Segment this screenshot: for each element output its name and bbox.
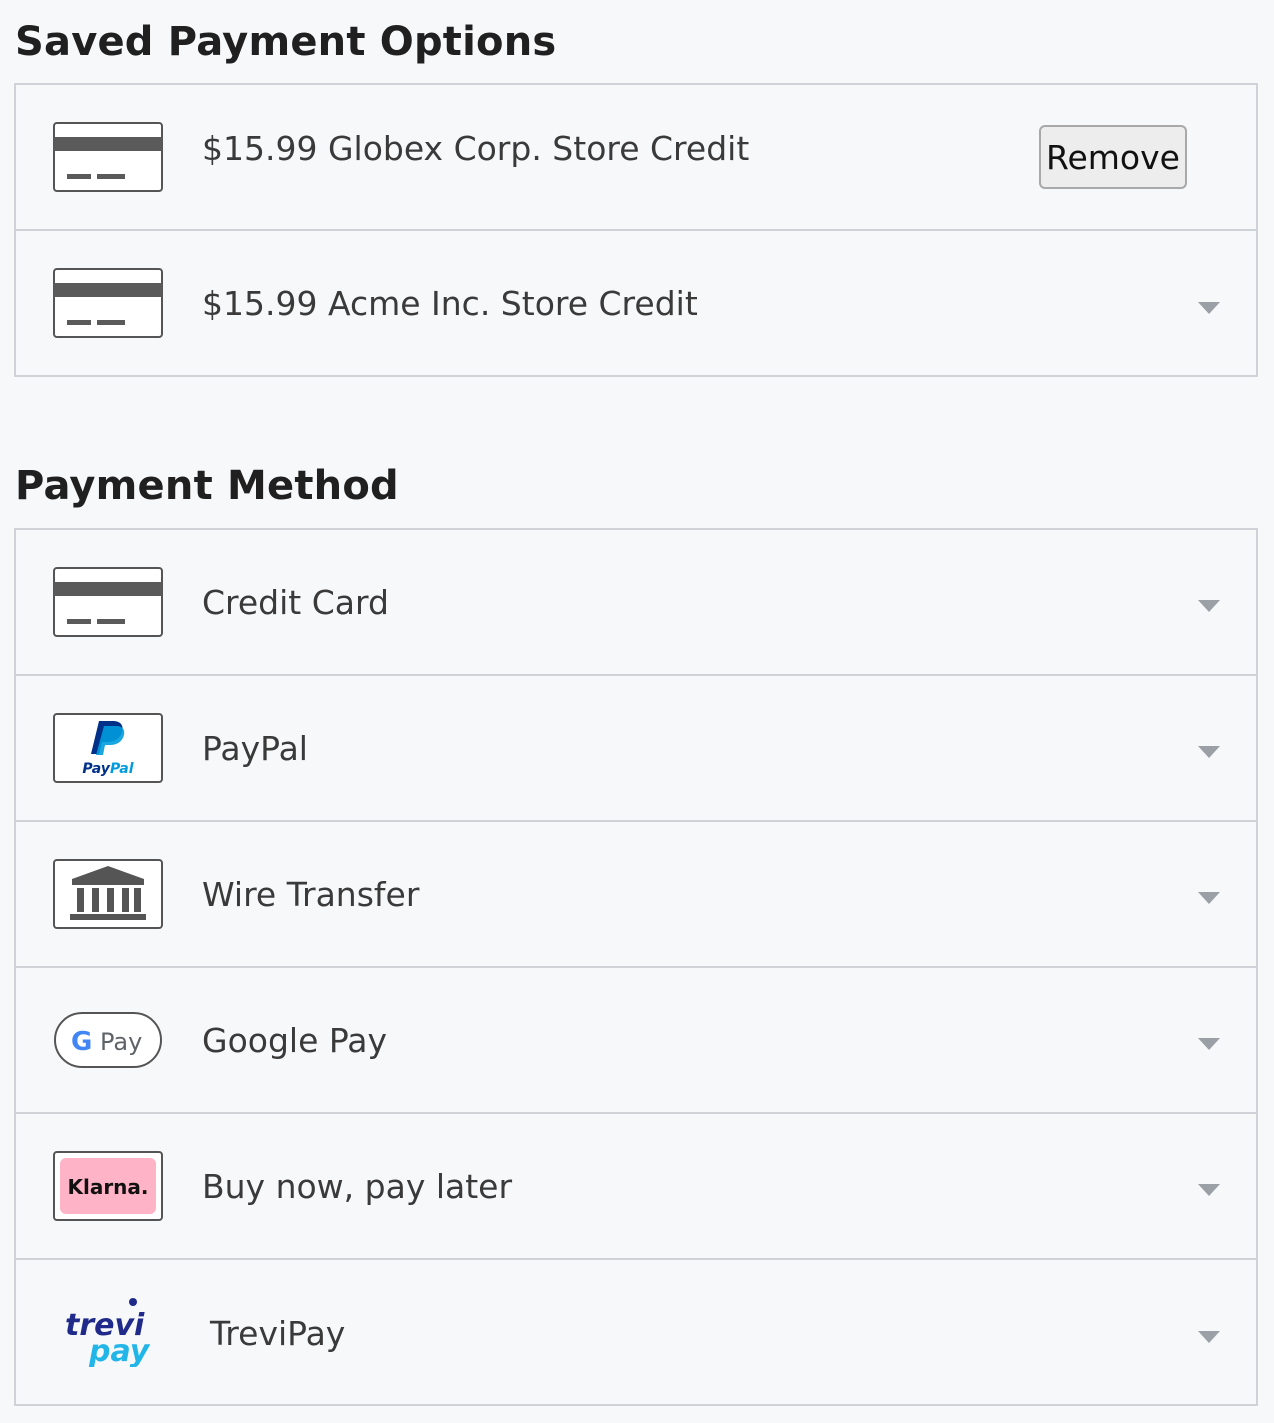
- bank-icon: [53, 859, 163, 929]
- chevron-down-icon[interactable]: [1198, 302, 1220, 314]
- saved-option-globex[interactable]: $15.99 Globex Corp. Store Credit Remove: [16, 85, 1256, 231]
- payment-method-google-pay[interactable]: G Pay Google Pay: [16, 968, 1256, 1114]
- saved-payment-options-list: $15.99 Globex Corp. Store Credit Remove …: [14, 83, 1258, 377]
- svg-text:pay: pay: [88, 1334, 151, 1367]
- payment-method-title: Payment Method: [15, 463, 399, 509]
- payment-method-label: Google Pay: [202, 1020, 388, 1060]
- google-pay-logo-icon: G Pay: [53, 1005, 163, 1075]
- payment-method-wire-transfer[interactable]: Wire Transfer: [16, 822, 1256, 968]
- klarna-logo-icon: Klarna.: [53, 1151, 163, 1221]
- payment-method-credit-card[interactable]: Credit Card: [16, 530, 1256, 676]
- payment-method-label: Wire Transfer: [202, 874, 420, 914]
- payment-method-label: PayPal: [202, 728, 308, 768]
- credit-card-icon: [53, 268, 163, 338]
- svg-text:Pay: Pay: [100, 1028, 142, 1056]
- payment-method-label: Credit Card: [202, 582, 389, 622]
- payment-method-list: Credit Card PayPal PayPal Wire Transfer …: [14, 528, 1258, 1406]
- chevron-down-icon[interactable]: [1198, 1184, 1220, 1196]
- svg-text:G: G: [71, 1027, 92, 1057]
- svg-text:Klarna.: Klarna.: [67, 1175, 148, 1199]
- chevron-down-icon[interactable]: [1198, 1038, 1220, 1050]
- trevipay-logo-icon: trevi pay: [53, 1297, 163, 1367]
- chevron-down-icon[interactable]: [1198, 746, 1220, 758]
- chevron-down-icon[interactable]: [1198, 600, 1220, 612]
- paypal-logo-icon: PayPal: [53, 713, 163, 783]
- payment-method-label: TreviPay: [210, 1313, 346, 1353]
- saved-option-acme[interactable]: $15.99 Acme Inc. Store Credit: [16, 231, 1256, 377]
- payment-method-trevipay[interactable]: trevi pay TreviPay: [16, 1260, 1256, 1406]
- saved-option-label: $15.99 Globex Corp. Store Credit: [202, 129, 750, 168]
- chevron-down-icon[interactable]: [1198, 892, 1220, 904]
- saved-option-label: $15.99 Acme Inc. Store Credit: [202, 284, 698, 323]
- payment-method-paypal[interactable]: PayPal PayPal: [16, 676, 1256, 822]
- remove-button[interactable]: Remove: [1039, 125, 1187, 189]
- credit-card-icon: [53, 122, 163, 192]
- saved-payment-options-title: Saved Payment Options: [15, 19, 557, 65]
- credit-card-icon: [53, 567, 163, 637]
- payment-method-label: Buy now, pay later: [202, 1166, 513, 1206]
- chevron-down-icon[interactable]: [1198, 1331, 1220, 1343]
- svg-text:PayPal: PayPal: [82, 761, 133, 777]
- payment-method-buy-now-pay-later[interactable]: Klarna. Buy now, pay later: [16, 1114, 1256, 1260]
